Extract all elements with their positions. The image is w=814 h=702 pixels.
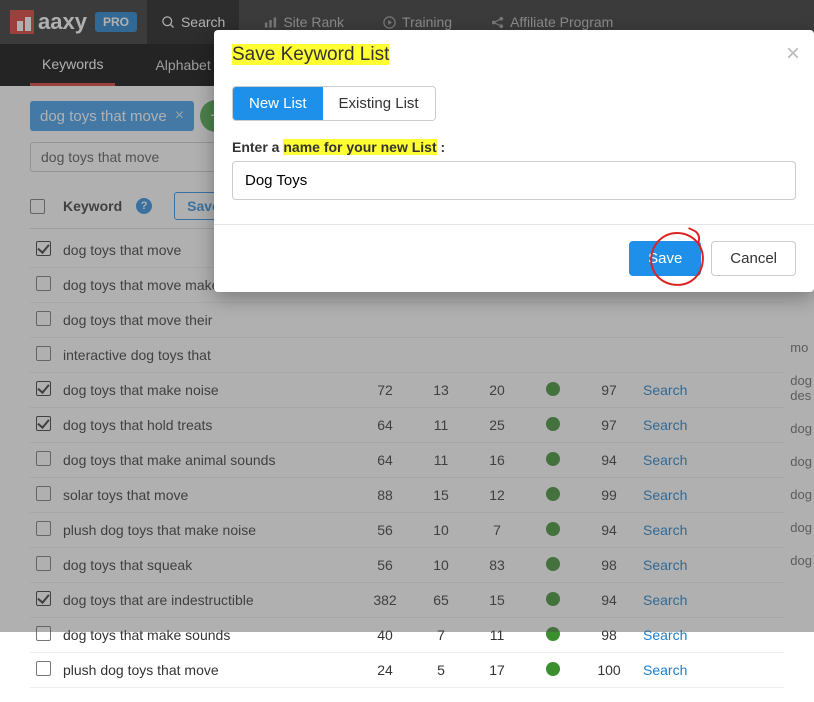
modal-title-text: Save Keyword List	[232, 44, 389, 65]
modal-body: New List Existing List Enter a name for …	[214, 80, 814, 224]
search-link[interactable]: Search	[643, 662, 687, 678]
list-name-input[interactable]	[232, 161, 796, 200]
label-pre: Enter a	[232, 139, 283, 155]
modal-title: Save Keyword List	[214, 30, 814, 80]
save-button[interactable]: Save	[629, 241, 701, 276]
status-dot	[525, 653, 581, 688]
table-row: plush dog toys that move24517 100 Search	[30, 653, 784, 688]
score-cell: 100	[581, 653, 637, 688]
save-list-modal: × Save Keyword List New List Existing Li…	[214, 30, 814, 292]
label-hl: name for your new List	[283, 139, 436, 155]
metric-1: 24	[357, 653, 413, 688]
green-dot-icon	[546, 662, 560, 676]
search-link-cell: Search	[637, 653, 784, 688]
metric-3: 17	[469, 653, 525, 688]
tab-new-list[interactable]: New List	[233, 87, 323, 120]
cancel-button[interactable]: Cancel	[711, 241, 796, 276]
metric-2: 5	[413, 653, 469, 688]
row-checkbox[interactable]	[36, 661, 51, 676]
label-post: :	[437, 139, 446, 155]
list-name-label: Enter a name for your new List :	[232, 139, 796, 155]
tab-existing-list[interactable]: Existing List	[323, 87, 435, 120]
list-type-tabs: New List Existing List	[232, 86, 436, 121]
modal-footer: Save Cancel	[214, 224, 814, 292]
keyword-cell: plush dog toys that move	[57, 653, 357, 688]
modal-close-button[interactable]: ×	[786, 40, 800, 68]
